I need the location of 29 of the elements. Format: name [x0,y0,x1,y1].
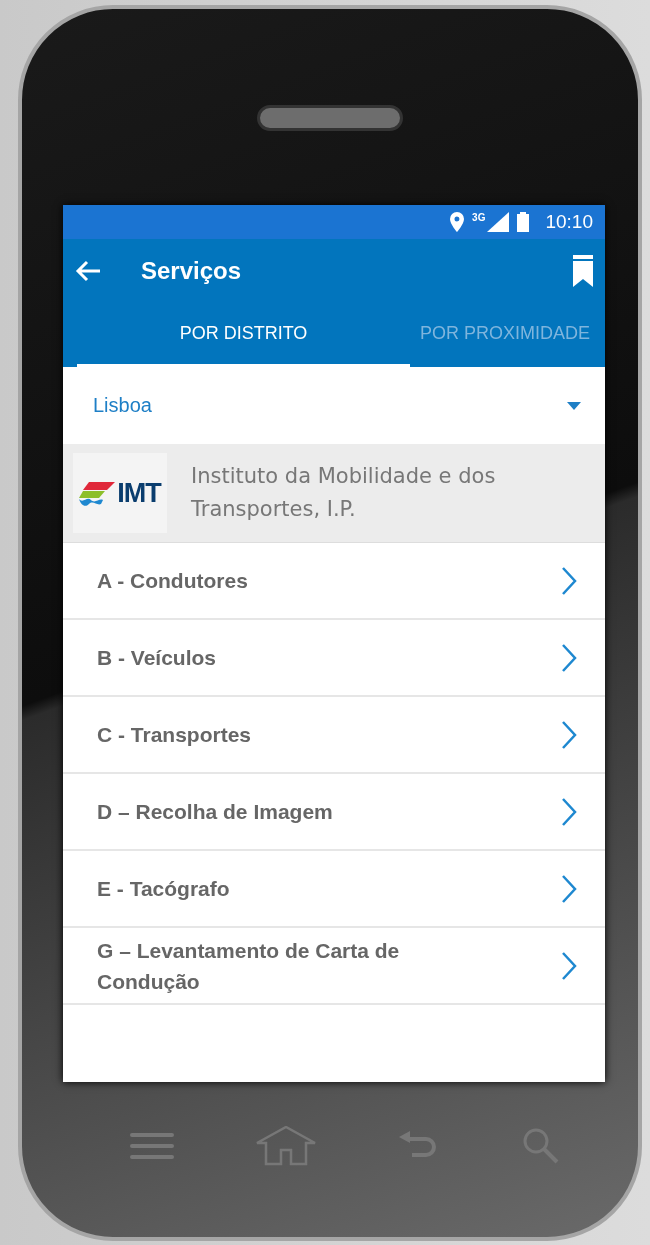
service-list-item[interactable]: E - Tacógrafo [63,851,605,928]
bookmark-icon[interactable] [573,254,593,287]
service-list-item[interactable]: A - Condutores [63,543,605,620]
search-icon[interactable] [522,1127,560,1165]
logo-text: IMT [117,477,161,509]
chevron-right-icon [561,950,577,981]
chevron-right-icon [561,719,577,750]
district-dropdown[interactable]: Lisboa [63,367,605,444]
service-list-item[interactable]: B - Veículos [63,620,605,697]
waves-logo-icon [79,480,116,506]
tab[interactable]: POR DISTRITO [77,302,410,367]
chevron-right-icon [561,796,577,827]
clock: 10:10 [545,211,593,233]
institution-name: Instituto da Mobilidade e dos Transportes, I.P. [191,463,497,523]
home-icon[interactable] [256,1126,316,1166]
dropdown-caret-icon [567,401,581,410]
service-list-item[interactable]: G – Levantamento de Carta de Condução [63,928,605,1005]
chevron-right-icon [561,565,577,596]
chevron-right-icon [561,642,577,673]
back-arrow-icon[interactable] [75,259,101,282]
menu-icon[interactable] [130,1131,174,1161]
chevron-right-icon [561,873,577,904]
service-list-item[interactable]: C - Transportes [63,697,605,774]
battery-icon [517,212,530,232]
signal-icon [487,212,510,232]
screen-title: Serviços [141,256,243,285]
network-type: 3G [472,212,486,223]
service-list-item[interactable]: D – Recolha de Imagem [63,774,605,851]
location-pin-icon [450,212,465,232]
